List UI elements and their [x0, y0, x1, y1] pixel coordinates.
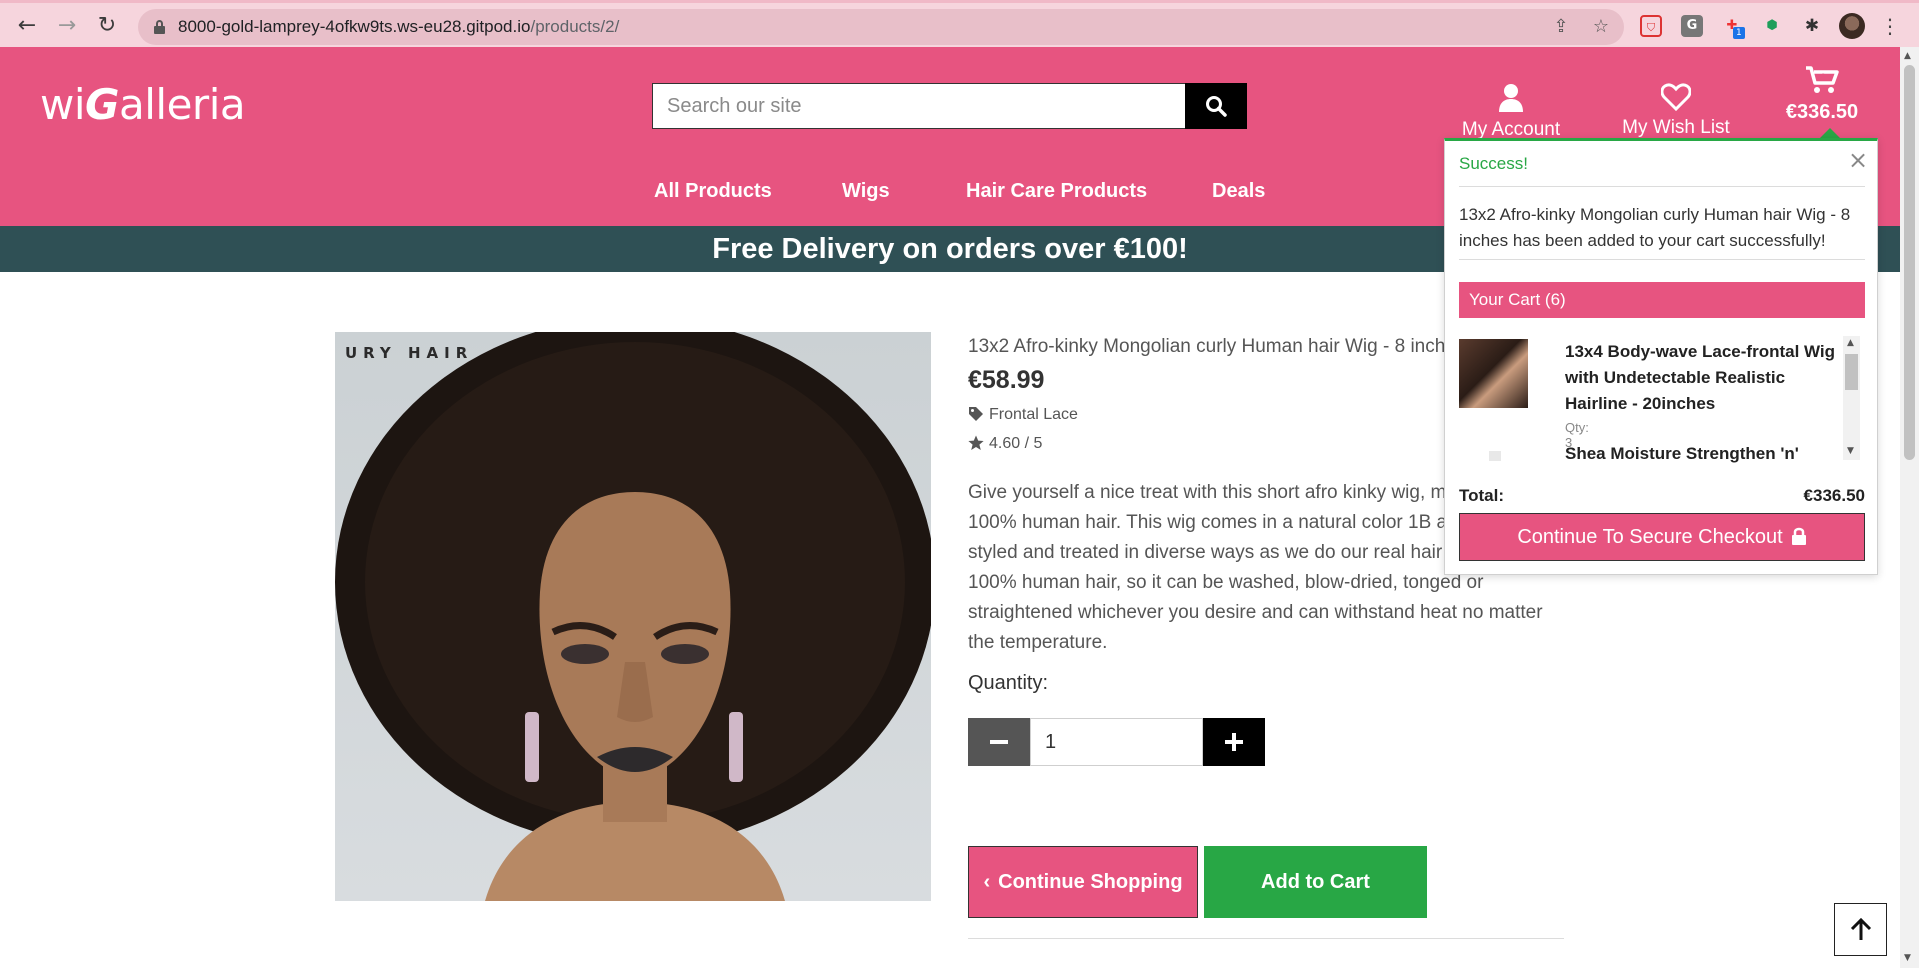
cart-item-image — [1459, 441, 1528, 461]
arrow-up-icon — [1850, 918, 1872, 940]
scroll-down-arrow[interactable]: ▼ — [1904, 953, 1911, 963]
ublock-icon[interactable]: ⛉ — [1640, 15, 1662, 37]
toast-title: Success! — [1459, 154, 1528, 173]
cart-heading: Your Cart (6) — [1459, 282, 1865, 318]
nav-all-products[interactable]: All Products — [654, 180, 772, 203]
divider — [968, 938, 1564, 939]
reload-icon[interactable]: ↻ — [94, 13, 120, 39]
product-image: URY HAIR — [335, 332, 931, 901]
cart-total: €336.50 — [1785, 101, 1859, 123]
quantity-input[interactable] — [1030, 718, 1203, 766]
shield-icon[interactable]: ⬢ — [1761, 15, 1783, 37]
site-logo[interactable]: wiGalleria — [40, 80, 246, 129]
category-label: Frontal Lace — [989, 406, 1078, 423]
checkout-label: Continue To Secure Checkout — [1517, 526, 1783, 548]
search-button[interactable] — [1185, 83, 1247, 129]
rating-value: 4.60 / 5 — [989, 435, 1043, 452]
page-scrollbar[interactable]: ▲ ▼ — [1900, 47, 1919, 968]
toast-divider — [1459, 186, 1865, 187]
product-price: €58.99 — [968, 366, 1045, 394]
total-value: €336.50 — [1803, 486, 1865, 505]
quantity-label: Quantity: — [968, 672, 1049, 694]
search-input[interactable] — [652, 83, 1186, 129]
extension-icon[interactable]: ✚ 1 — [1721, 15, 1745, 39]
user-icon — [1499, 84, 1523, 112]
star-icon[interactable]: ☆ — [1590, 16, 1612, 38]
product-category[interactable]: Frontal Lace — [968, 406, 1078, 424]
scroll-up-arrow[interactable]: ▲ — [1904, 51, 1911, 61]
rating-star-icon — [968, 435, 984, 450]
cart-list-scrollbar[interactable]: ▲ ▼ — [1843, 336, 1860, 460]
cart-item-name: Shea Moisture Strengthen 'n' — [1565, 444, 1799, 463]
search-icon — [1206, 96, 1227, 117]
lock-icon[interactable] — [154, 20, 165, 34]
cart-toast: Success! × 13x2 Afro-kinky Mongolian cur… — [1444, 138, 1878, 575]
my-account-link[interactable]: My Account — [1456, 83, 1566, 141]
plus-icon — [1225, 733, 1243, 751]
quantity-increment-button[interactable] — [1203, 718, 1265, 766]
add-to-cart-button[interactable]: Add to Cart — [1204, 846, 1427, 918]
product-title: 13x2 Afro-kinky Mongolian curly Human ha… — [968, 336, 1448, 357]
quantity-decrement-button[interactable] — [968, 718, 1030, 766]
nav-hair-care[interactable]: Hair Care Products — [966, 180, 1147, 203]
continue-shopping-label: Continue Shopping — [998, 871, 1183, 893]
image-watermark-text: URY HAIR — [345, 344, 474, 362]
continue-shopping-button[interactable]: ‹ Continue Shopping — [968, 846, 1198, 918]
minus-icon — [990, 740, 1008, 744]
product-photo — [335, 332, 931, 901]
menu-icon[interactable]: ⋮ — [1880, 13, 1900, 39]
cart-link[interactable]: 6 €336.50 — [1782, 65, 1862, 124]
back-icon[interactable]: ← — [14, 13, 40, 39]
cart-scrollbar-thumb[interactable] — [1845, 354, 1858, 390]
search-form — [652, 83, 1247, 129]
cart-item-list: 13x4 Body-wave Lace-frontal Wig with Und… — [1459, 339, 1869, 463]
cart-count-badge: 6 — [1820, 72, 1825, 82]
tag-icon — [969, 407, 983, 421]
heart-icon — [1661, 83, 1691, 111]
total-label: Total: — [1459, 486, 1505, 505]
padlock-icon — [1791, 527, 1806, 545]
close-icon[interactable]: × — [1848, 148, 1868, 172]
cart-scroll-up-arrow[interactable]: ▲ — [1847, 338, 1854, 348]
browser-toolbar: ← → ↻ 8000-gold-lamprey-4ofkw9ts.ws-eu28… — [0, 0, 1919, 47]
chevron-left-icon: ‹ — [983, 871, 991, 893]
cart-item-image — [1459, 339, 1528, 408]
avatar[interactable] — [1839, 13, 1865, 39]
cart-icon: 6 — [1806, 66, 1839, 93]
nav-wigs[interactable]: Wigs — [842, 180, 890, 203]
forward-icon[interactable]: → — [54, 13, 80, 39]
nav-deals[interactable]: Deals — [1212, 180, 1265, 203]
cart-scroll-down-arrow[interactable]: ▼ — [1847, 446, 1854, 456]
grammar-icon[interactable]: G — [1681, 15, 1703, 37]
toast-message: 13x2 Afro-kinky Mongolian curly Human ha… — [1459, 205, 1851, 250]
share-icon[interactable]: ⇪ — [1550, 16, 1572, 38]
address-bar[interactable]: 8000-gold-lamprey-4ofkw9ts.ws-eu28.gitpo… — [138, 9, 1624, 45]
puzzle-icon[interactable]: ✱ — [1801, 15, 1823, 37]
cart-item-name: 13x4 Body-wave Lace-frontal Wig with Und… — [1565, 342, 1836, 413]
url-text: 8000-gold-lamprey-4ofkw9ts.ws-eu28.gitpo… — [178, 17, 620, 36]
extension-badge: 1 — [1733, 27, 1745, 39]
back-to-top-button[interactable] — [1834, 903, 1887, 956]
wishlist-label: My Wish List — [1622, 117, 1730, 138]
toast-pointer — [1820, 128, 1840, 138]
checkout-button[interactable]: Continue To Secure Checkout — [1459, 513, 1865, 561]
scrollbar-thumb[interactable] — [1904, 65, 1915, 460]
toast-divider — [1459, 259, 1865, 260]
product-rating: 4.60 / 5 — [968, 435, 1042, 453]
wishlist-link[interactable]: My Wish List — [1616, 83, 1736, 139]
